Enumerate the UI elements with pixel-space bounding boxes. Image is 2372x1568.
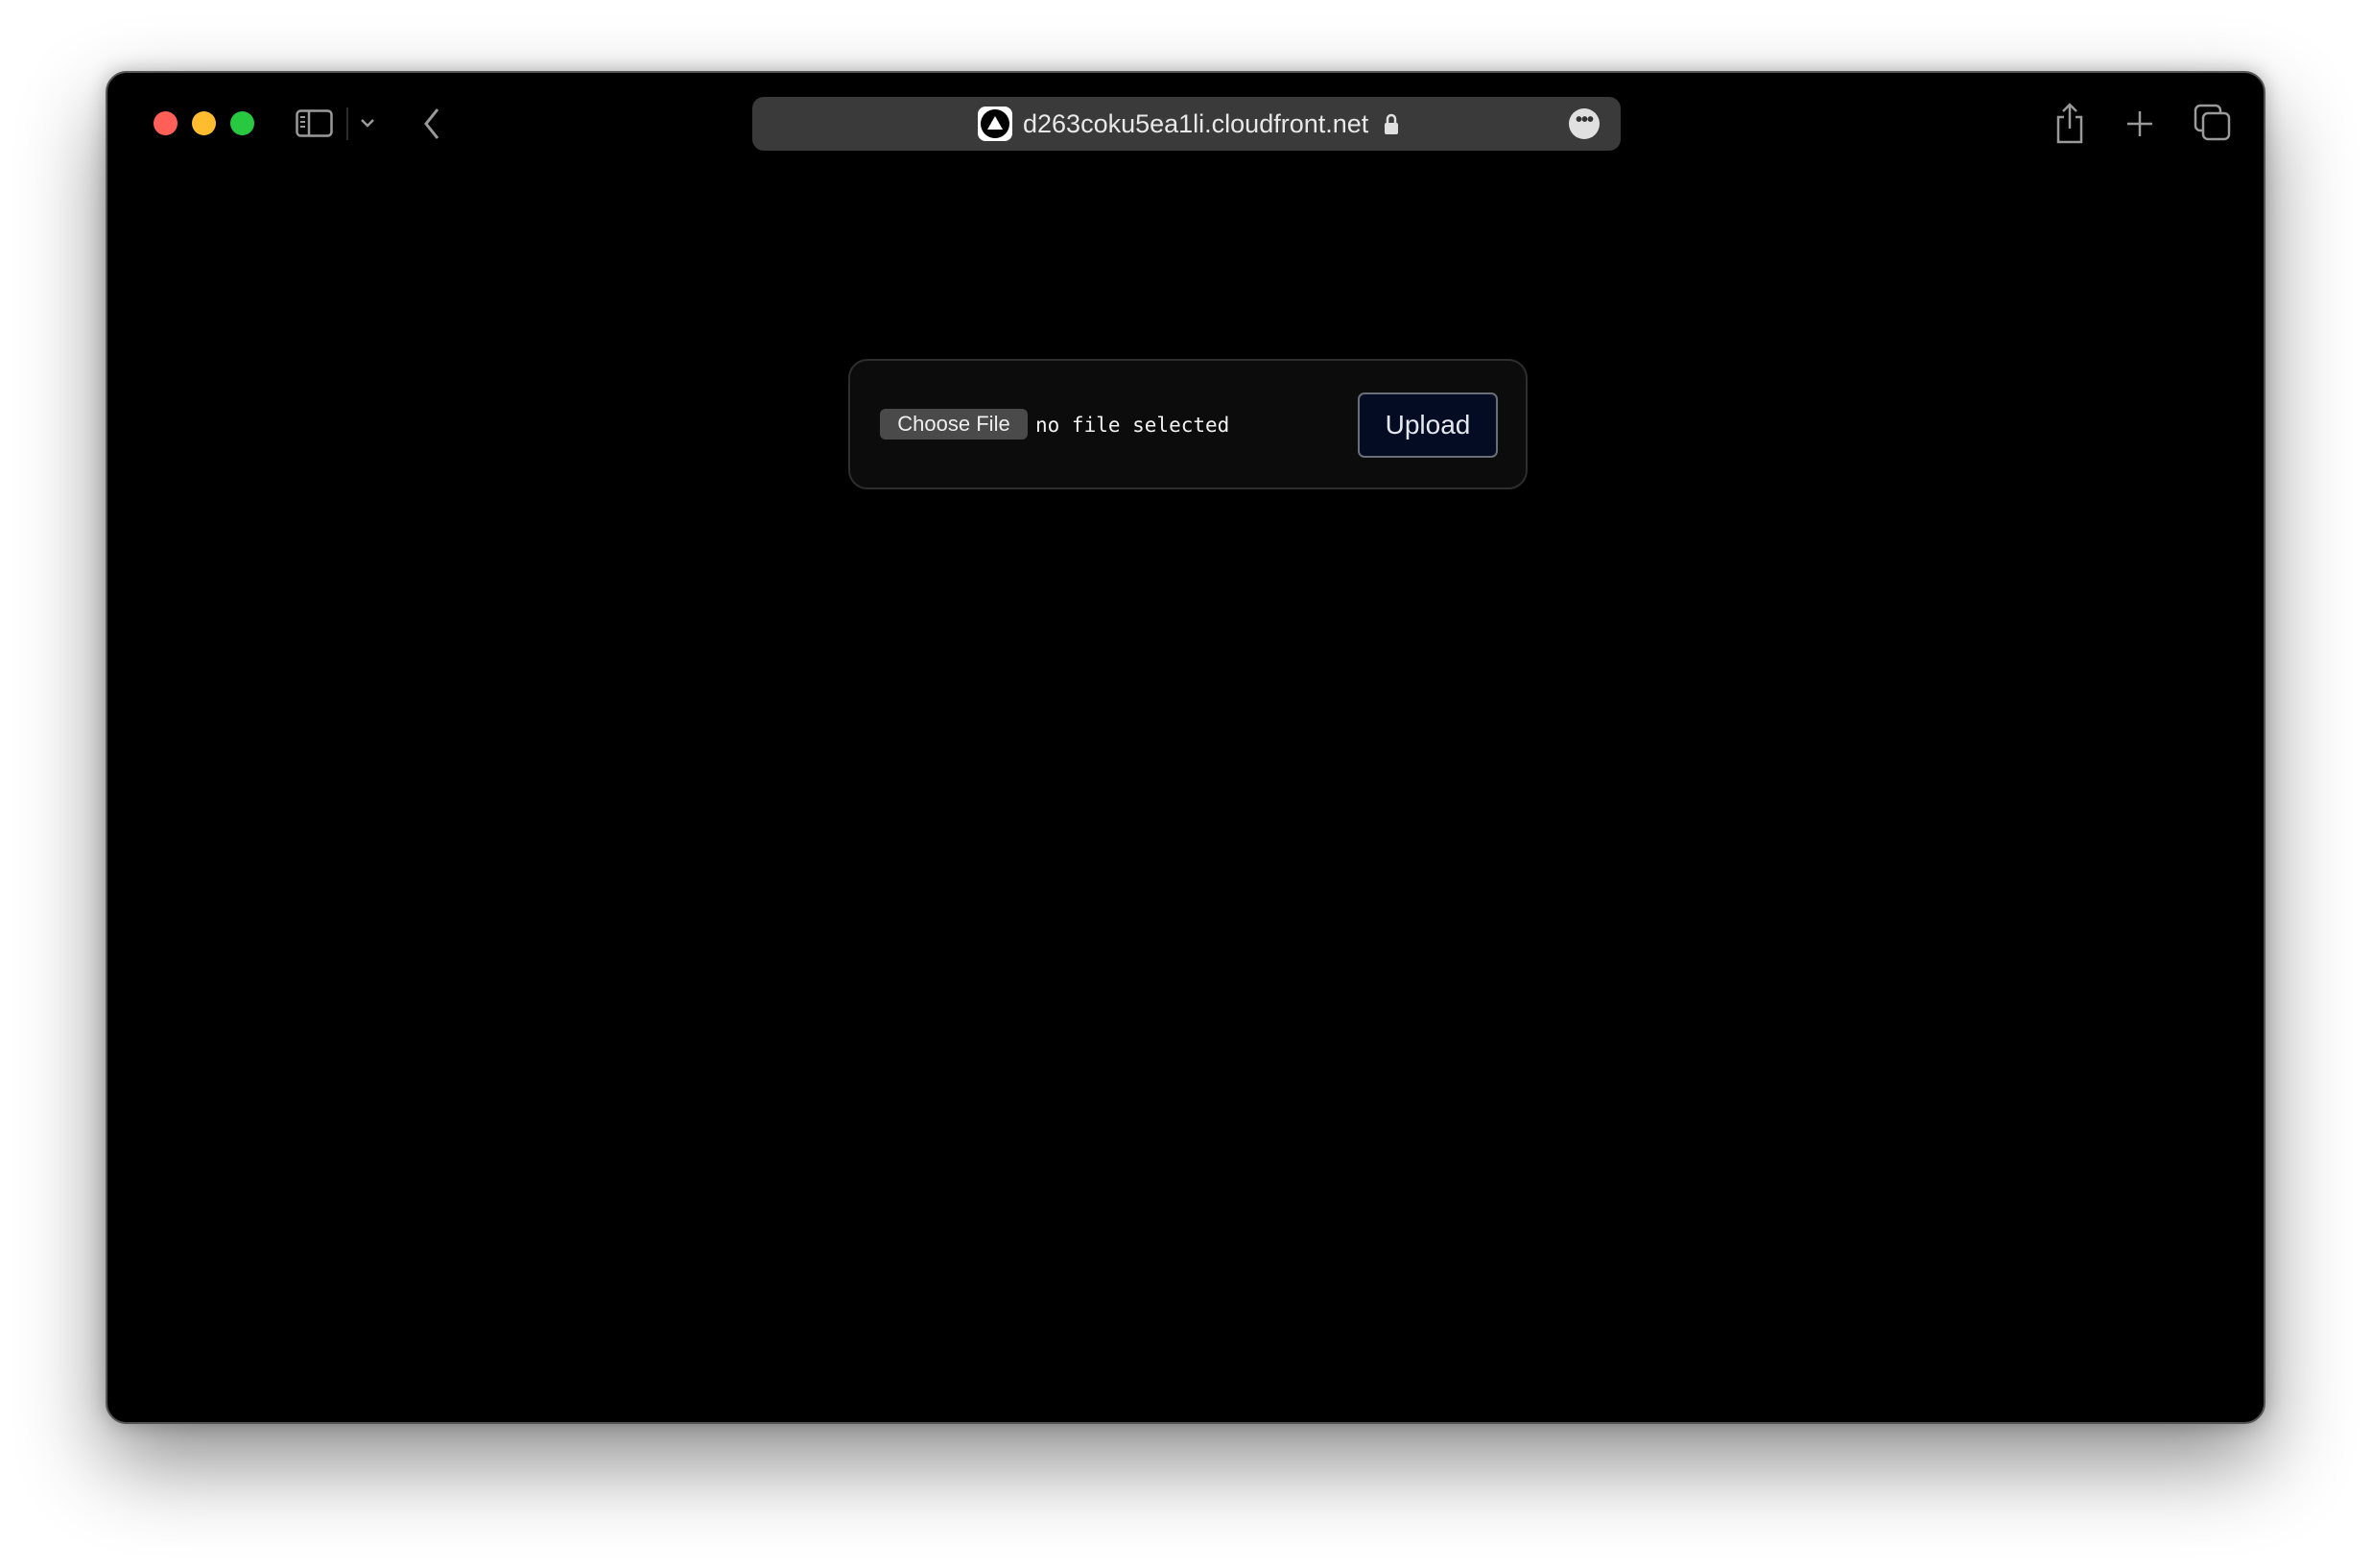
upload-form: Choose File no file selected Upload bbox=[848, 359, 1528, 489]
lock-icon bbox=[1385, 113, 1398, 134]
back-icon[interactable] bbox=[422, 107, 441, 140]
upload-button[interactable]: Upload bbox=[1358, 392, 1498, 458]
site-favicon bbox=[978, 107, 1012, 141]
file-status-text: no file selected bbox=[1035, 414, 1230, 437]
minimize-window-button[interactable] bbox=[192, 111, 216, 135]
choose-file-button[interactable]: Choose File bbox=[880, 409, 1028, 440]
share-icon[interactable] bbox=[2055, 102, 2084, 144]
address-bar[interactable]: d263coku5ea1li.cloudfront.net ••• bbox=[752, 97, 1621, 151]
browser-window: d263coku5ea1li.cloudfront.net ••• Choose… bbox=[106, 71, 2265, 1424]
more-icon[interactable]: ••• bbox=[1569, 108, 1600, 139]
url-text[interactable]: d263coku5ea1li.cloudfront.net bbox=[1023, 108, 1368, 139]
chevron-down-icon[interactable] bbox=[360, 117, 375, 129]
new-tab-icon[interactable] bbox=[2125, 109, 2154, 138]
maximize-window-button[interactable] bbox=[230, 111, 254, 135]
tabs-overview-icon[interactable] bbox=[2194, 104, 2232, 142]
toolbar-divider bbox=[346, 107, 348, 140]
close-window-button[interactable] bbox=[154, 111, 178, 135]
sidebar-icon[interactable] bbox=[296, 109, 334, 138]
